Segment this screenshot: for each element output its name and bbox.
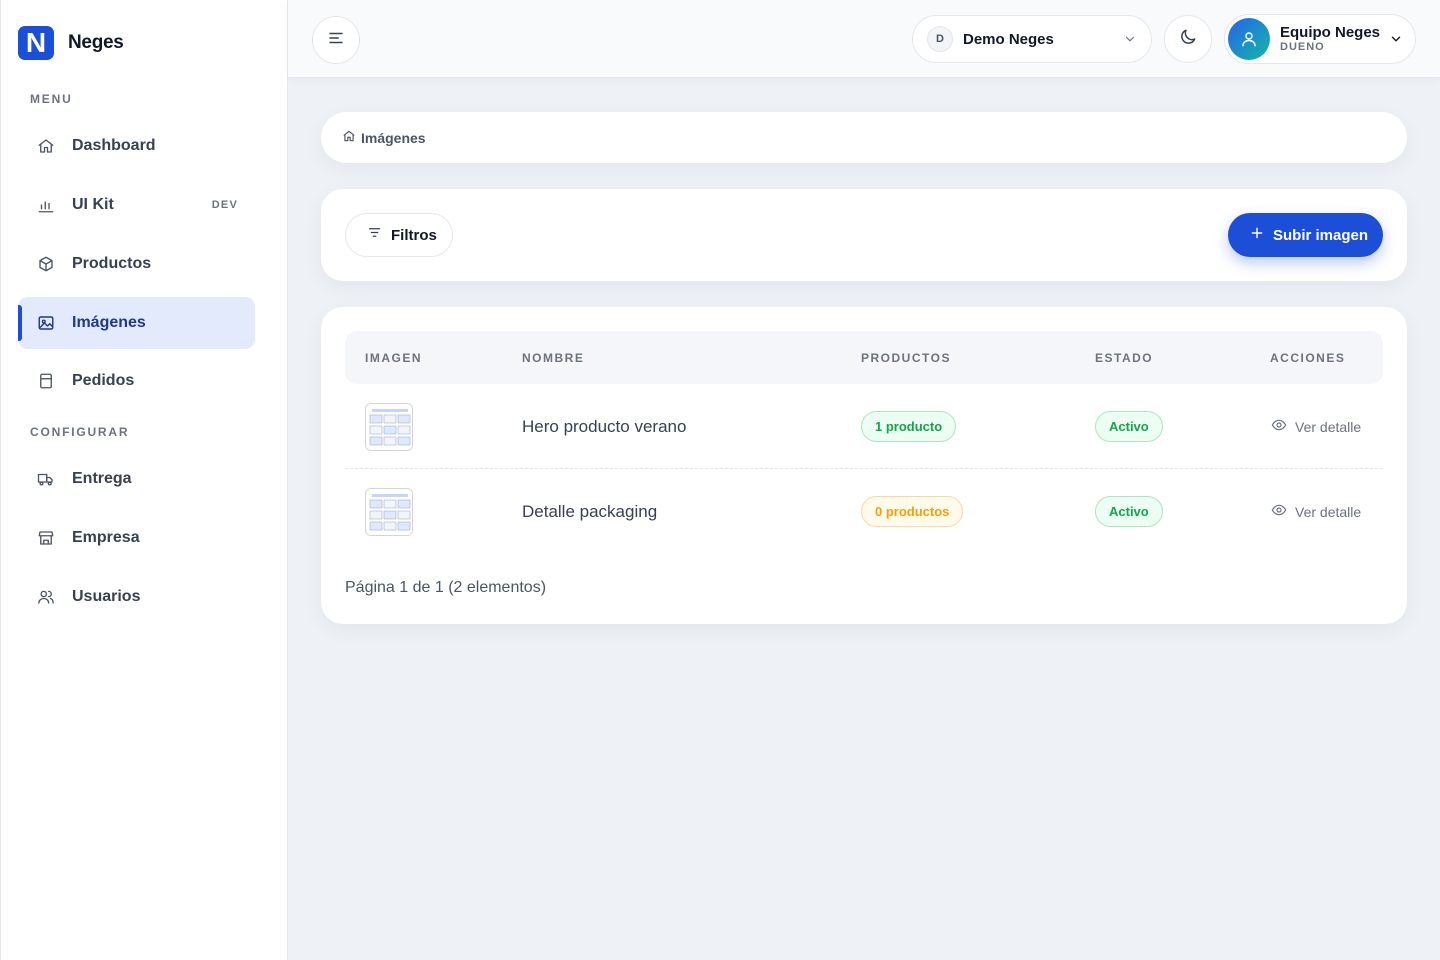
table-header: IMAGEN NOMBRE PRODUCTOS ESTADO ACCIONES [345,331,1383,384]
column-header-estado[interactable]: ESTADO [1095,351,1153,365]
sidebar-item-entrega[interactable]: Entrega [18,453,255,505]
bar-chart-icon [37,196,55,214]
theme-toggle-button[interactable] [1164,15,1212,63]
users-icon [37,588,55,606]
user-menu[interactable]: Equipo Neges DUENO [1224,14,1416,64]
sidebar-item-dashboard[interactable]: Dashboard [18,120,255,172]
table-row: Detalle packaging 0 productos Activo Ver… [345,469,1383,554]
user-role: DUENO [1280,41,1325,53]
image-thumbnail[interactable] [365,403,413,451]
sidebar-item-label: Dashboard [72,137,156,154]
filters-button[interactable]: Filtros [345,213,453,257]
section-label-configurar: CONFIGURAR [30,425,130,439]
menu-icon [327,29,345,52]
view-detail-label: Ver detalle [1295,418,1362,435]
filter-icon [367,225,382,245]
products-count-badge: 0 productos [861,496,964,527]
breadcrumb: Imágenes [342,129,426,146]
home-icon [37,137,55,155]
view-detail-label: Ver detalle [1295,503,1362,520]
sidebar-item-label: Imágenes [72,314,146,331]
truck-icon [37,470,55,488]
status-badge: Activo [1095,496,1163,527]
sidebar-item-label: Productos [72,255,152,272]
store-icon [37,529,55,547]
upload-image-button[interactable]: Subir imagen [1228,213,1383,257]
user-info: Equipo Neges DUENO [1280,24,1380,54]
sidebar-item-ui-kit[interactable]: UI Kit DEV [18,179,255,231]
sidebar-item-label: Usuarios [72,588,141,605]
sidebar-item-label: Entrega [72,470,132,487]
home-icon[interactable] [342,129,356,146]
plus-icon [1250,226,1264,245]
org-name: Demo Neges [963,30,1054,48]
sidebar-item-imagenes[interactable]: Imágenes [18,297,255,349]
org-avatar: D [927,26,953,52]
products-count-badge: 1 producto [861,411,957,442]
sidebar-item-empresa[interactable]: Empresa [18,512,255,564]
column-header-productos[interactable]: PRODUCTOS [861,351,951,365]
chevron-down-icon [1123,32,1137,51]
sidebar: N Neges MENU Dashboard UI Kit DEV Produc… [0,0,288,960]
eye-icon [1271,502,1287,521]
topbar: D Demo Neges Equipo Neges DUENO [288,0,1440,78]
table-row: Hero producto verano 1 producto Activo V… [345,384,1383,469]
sidebar-item-label: Empresa [72,529,140,546]
image-name: Hero producto verano [522,417,687,436]
column-header-imagen[interactable]: IMAGEN [365,351,422,365]
image-name: Detalle packaging [522,502,658,521]
images-table-card: IMAGEN NOMBRE PRODUCTOS ESTADO ACCIONES … [321,307,1407,624]
organization-select[interactable]: D Demo Neges [912,15,1152,63]
user-name: Equipo Neges [1280,24,1381,41]
sidebar-item-label: Pedidos [72,372,135,389]
receipt-icon [37,372,55,390]
status-badge: Activo [1095,411,1163,442]
view-detail-link[interactable]: Ver detalle [1271,502,1361,521]
breadcrumb-current: Imágenes [361,129,426,146]
menu-toggle-button[interactable] [312,16,360,64]
moon-icon [1178,27,1198,52]
image-thumbnail[interactable] [365,488,413,536]
upload-image-label: Subir imagen [1273,226,1369,244]
brand-logo: N [18,26,54,60]
sidebar-item-pedidos[interactable]: Pedidos [18,355,255,407]
section-label-menu: MENU [30,92,73,106]
view-detail-link[interactable]: Ver detalle [1271,417,1361,436]
column-header-nombre[interactable]: NOMBRE [522,351,584,365]
dev-badge: DEV [211,199,238,211]
eye-icon [1271,417,1287,436]
box-icon [37,255,55,273]
sidebar-item-usuarios[interactable]: Usuarios [18,571,255,623]
sidebar-item-label: UI Kit [72,196,114,213]
avatar [1228,18,1270,60]
brand-name: Neges [68,32,124,53]
breadcrumb-card: Imágenes [321,112,1407,163]
chevron-down-icon [1389,32,1403,51]
brand[interactable]: N Neges [18,26,124,60]
image-icon [37,314,55,332]
pagination-summary: Página 1 de 1 (2 elementos) [345,579,547,596]
sidebar-item-productos[interactable]: Productos [18,238,255,290]
toolbar-card: Filtros Subir imagen [321,189,1407,281]
filters-label: Filtros [391,226,437,244]
column-header-acciones: ACCIONES [1270,351,1346,365]
